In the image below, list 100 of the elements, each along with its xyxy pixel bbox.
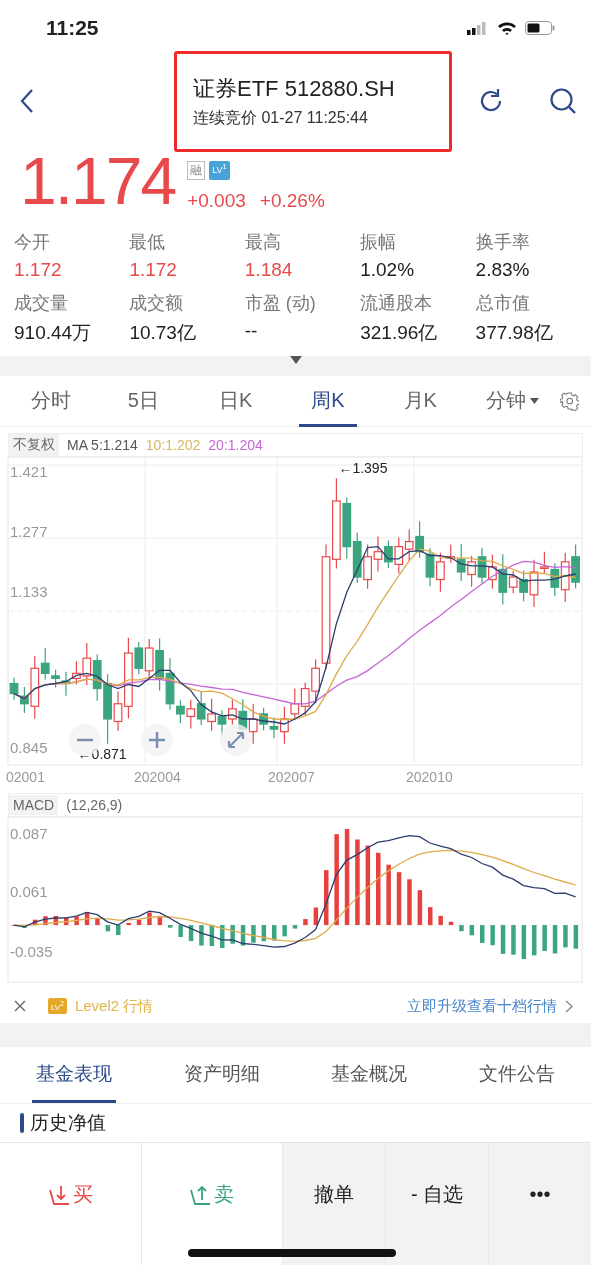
macd-bar	[417, 890, 423, 926]
stat-value: 1.172	[14, 259, 63, 281]
percent-change: +0.26%	[259, 190, 325, 212]
candle	[207, 698, 216, 732]
macd-bar	[74, 916, 79, 926]
candle	[425, 547, 435, 587]
wifi-icon	[497, 21, 517, 35]
trade-button[interactable]: - 自选	[385, 1143, 488, 1265]
macd-bar	[386, 864, 391, 926]
signal-icon	[467, 21, 489, 35]
macd-bar	[542, 925, 547, 952]
date-axis-label: 202004	[134, 769, 181, 785]
chart-tab[interactable]: 分钟	[483, 375, 542, 427]
macd-bar	[230, 925, 235, 944]
candle	[196, 691, 206, 726]
macd-bar	[105, 925, 111, 932]
settings-icon[interactable]	[559, 389, 579, 413]
candle	[363, 544, 372, 590]
candle	[352, 531, 362, 584]
stat-label: 最低	[129, 231, 167, 254]
trade-button[interactable]: 撤单	[282, 1143, 385, 1265]
macd-axis-label: -0.035	[10, 943, 53, 960]
macd-bar	[428, 907, 433, 926]
level2-label: Level2 行情	[74, 996, 154, 1016]
fund-tab[interactable]: 文件公告	[475, 1047, 560, 1103]
macd-bar	[532, 925, 537, 956]
status-time: 11:25	[46, 16, 99, 40]
expand-icon[interactable]	[220, 724, 252, 756]
adjust-mode-button[interactable]: 不复权	[9, 434, 59, 456]
trading-status: 连续竞价 01-27 11:25:44	[193, 107, 369, 128]
level2-badge: LV$^{2}$	[48, 998, 67, 1014]
macd-bar	[32, 919, 38, 926]
ma5-value: MA 5:1.214	[67, 437, 138, 453]
date-axis-label: 202010	[406, 769, 453, 785]
fund-tab[interactable]: 基金表现	[31, 1047, 116, 1103]
candle	[404, 528, 414, 562]
price-change: +0.003	[187, 190, 246, 212]
stat-label: 市盈 (动)	[244, 292, 317, 315]
macd-bar	[313, 907, 319, 926]
macd-bar	[147, 912, 152, 926]
price-axis-label: 1.421	[10, 463, 48, 480]
candle	[290, 687, 300, 721]
stat-value: 1.172	[129, 259, 178, 281]
chart-tab[interactable]: 5日	[114, 375, 173, 427]
fund-tab[interactable]: 资产明细	[179, 1047, 264, 1103]
high-marker: ←1.395	[338, 460, 388, 476]
macd-bar	[116, 925, 121, 935]
price-axis-label: 0.845	[10, 739, 48, 756]
stat-label: 换手率	[475, 231, 531, 254]
section-title: 历史净值	[30, 1111, 106, 1135]
candle	[300, 681, 310, 717]
fund-tab[interactable]: 基金概况	[327, 1047, 412, 1103]
macd-bar	[126, 922, 131, 926]
chart-tab[interactable]: 月K	[391, 375, 450, 427]
security-title: 证券ETF 512880.SH	[193, 74, 396, 103]
chart-tab[interactable]: 分时	[22, 375, 81, 427]
stat-label: 最高	[244, 231, 282, 254]
collapse-caret-icon[interactable]	[289, 356, 302, 364]
chart-tab[interactable]: 日K	[206, 375, 265, 427]
macd-bar	[407, 879, 412, 926]
low-marker: ←0.871	[77, 746, 127, 762]
macd-bar	[500, 925, 506, 954]
macd-bar	[282, 925, 287, 937]
macd-label[interactable]: MACD	[9, 795, 59, 815]
candle	[373, 535, 383, 573]
candle	[415, 520, 424, 559]
close-icon[interactable]	[14, 1000, 26, 1012]
stat-value: --	[244, 320, 259, 342]
candle	[384, 539, 393, 569]
sell-arrow-icon	[190, 1183, 212, 1206]
macd-bar	[209, 925, 215, 946]
macd-bar	[84, 912, 90, 926]
stat-label: 成交额	[129, 292, 185, 315]
zoom-in-icon[interactable]	[141, 724, 173, 756]
macd-bar	[251, 925, 256, 943]
chevron-right-icon[interactable]	[565, 999, 573, 1013]
price-axis-label: 1.133	[10, 583, 48, 600]
macd-bar	[511, 925, 516, 955]
candle	[186, 699, 196, 730]
date-axis-label: 202007	[268, 769, 315, 785]
ma20-value: 20:1.204	[208, 437, 263, 453]
macd-params: (12,26,9)	[66, 797, 123, 813]
upgrade-link[interactable]: 立即升级查看十档行情	[407, 996, 557, 1016]
battery-icon	[525, 21, 555, 35]
macd-bar	[136, 919, 142, 926]
back-icon[interactable]	[20, 88, 34, 114]
search-icon[interactable]	[549, 87, 577, 115]
chart-tab[interactable]: 周K	[298, 375, 358, 427]
trade-button[interactable]: •••	[488, 1143, 591, 1265]
macd-bar	[199, 925, 204, 946]
stat-label: 流通股本	[360, 292, 434, 315]
last-price: 1.174	[20, 146, 176, 216]
macd-bar	[324, 870, 329, 926]
macd-axis-label: 0.087	[10, 825, 48, 842]
macd-bar	[240, 925, 246, 946]
macd-bar	[53, 915, 59, 926]
macd-bar	[261, 925, 267, 942]
stat-label: 振幅	[360, 231, 398, 254]
stat-value: 910.44万	[14, 321, 93, 345]
macd-axis-label: 0.061	[10, 883, 48, 900]
